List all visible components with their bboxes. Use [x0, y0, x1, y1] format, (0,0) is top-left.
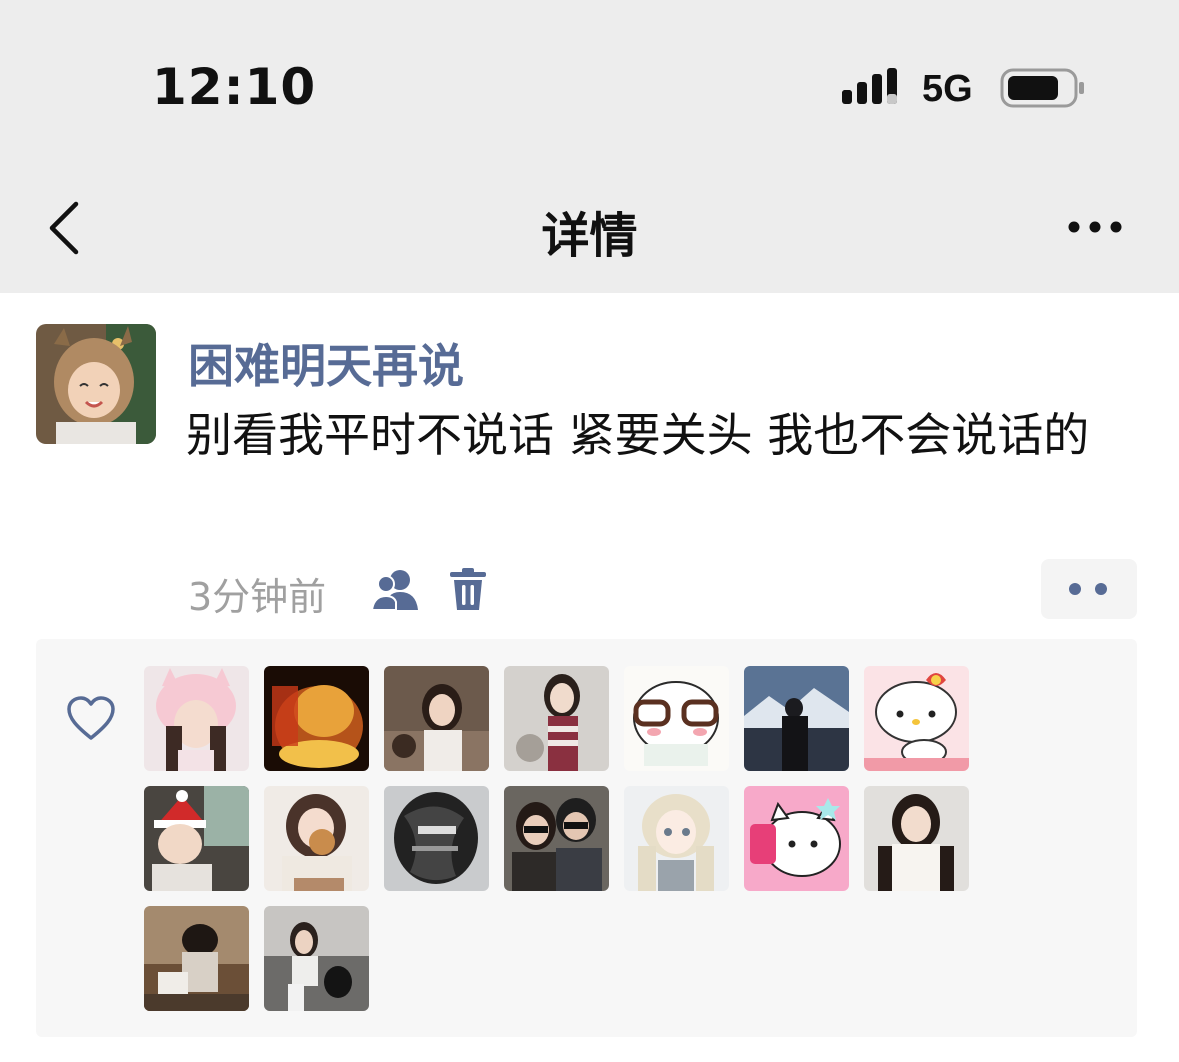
liker-avatar[interactable] [264, 786, 369, 891]
network-label: 5G [922, 68, 973, 110]
liker-avatar[interactable] [504, 786, 609, 891]
liker-avatar[interactable] [864, 786, 969, 891]
battery-icon [1000, 68, 1084, 108]
liker-avatar[interactable] [624, 666, 729, 771]
liker-avatar[interactable] [744, 786, 849, 891]
liker-avatar[interactable] [864, 666, 969, 771]
poster-avatar[interactable] [36, 324, 156, 444]
liker-avatar[interactable] [264, 906, 369, 1011]
trash-icon[interactable] [448, 568, 488, 612]
post-text: 别看我平时不说话 紧要关头 我也不会说话的 [186, 408, 1090, 462]
liker-avatar[interactable] [144, 666, 249, 771]
liker-avatar[interactable] [264, 666, 369, 771]
liker-avatar[interactable] [144, 786, 249, 891]
privacy-friends-icon[interactable] [372, 568, 420, 612]
page-title: 详情 [541, 208, 638, 264]
poster-username[interactable]: 困难明天再说 [188, 330, 464, 396]
liker-avatar[interactable] [624, 786, 729, 891]
signal-icon [842, 68, 897, 104]
status-time: 12:10 [152, 58, 317, 116]
comment-like-menu-button[interactable] [1041, 559, 1137, 619]
likers-grid [144, 666, 984, 1026]
liker-avatar[interactable] [744, 666, 849, 771]
liker-avatar[interactable] [384, 666, 489, 771]
post-time-ago: 3分钟前 [188, 575, 327, 619]
heart-icon [67, 696, 115, 740]
two-dots-icon [1069, 583, 1107, 595]
liker-avatar[interactable] [144, 906, 249, 1011]
more-dots-icon[interactable] [1066, 218, 1126, 236]
liker-avatar[interactable] [504, 666, 609, 771]
liker-avatar[interactable] [384, 786, 489, 891]
